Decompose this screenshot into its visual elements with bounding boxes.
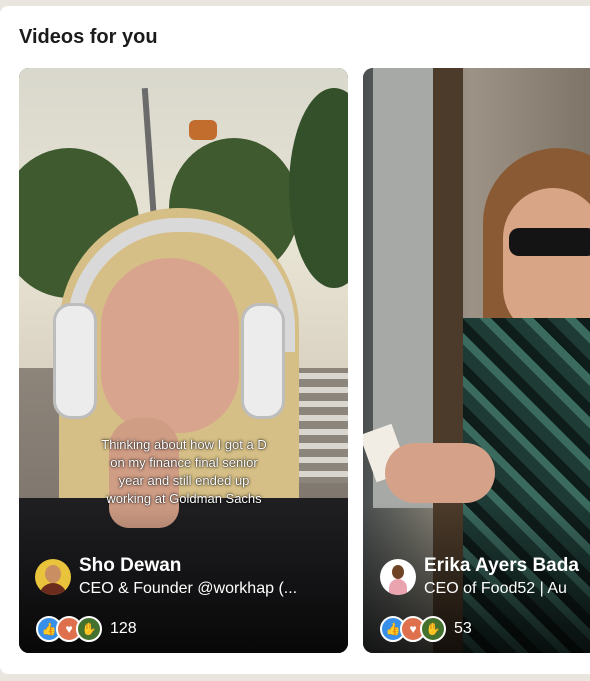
- author-name[interactable]: Erika Ayers Bada: [424, 555, 579, 577]
- author-title: CEO & Founder @workhap (...: [79, 580, 298, 597]
- celebrate-icon: ✋: [420, 616, 446, 642]
- video-card[interactable]: Erika Ayers Bada CEO of Food52 | Au 👍 ♥ …: [363, 68, 590, 653]
- avatar[interactable]: [380, 559, 416, 595]
- reactions[interactable]: 👍 ♥ ✋ 53: [380, 616, 472, 642]
- author-info[interactable]: Sho Dewan CEO & Founder @workhap (...: [35, 555, 297, 600]
- reactions[interactable]: 👍 ♥ ✋ 128: [36, 616, 137, 642]
- author-title: CEO of Food52 | Au: [424, 580, 567, 597]
- reaction-count: 53: [454, 620, 472, 637]
- video-caption: Thinking about how I got a D on my finan…: [101, 437, 267, 506]
- avatar[interactable]: [35, 559, 71, 595]
- author-name[interactable]: Sho Dewan: [79, 555, 297, 577]
- reaction-count: 128: [110, 620, 137, 637]
- celebrate-icon: ✋: [76, 616, 102, 642]
- video-card[interactable]: Thinking about how I got a D on my finan…: [19, 68, 348, 653]
- author-info[interactable]: Erika Ayers Bada CEO of Food52 | Au: [380, 555, 579, 600]
- videos-panel: Videos for you Thinking about how I got …: [0, 6, 590, 674]
- section-title: Videos for you: [19, 26, 158, 48]
